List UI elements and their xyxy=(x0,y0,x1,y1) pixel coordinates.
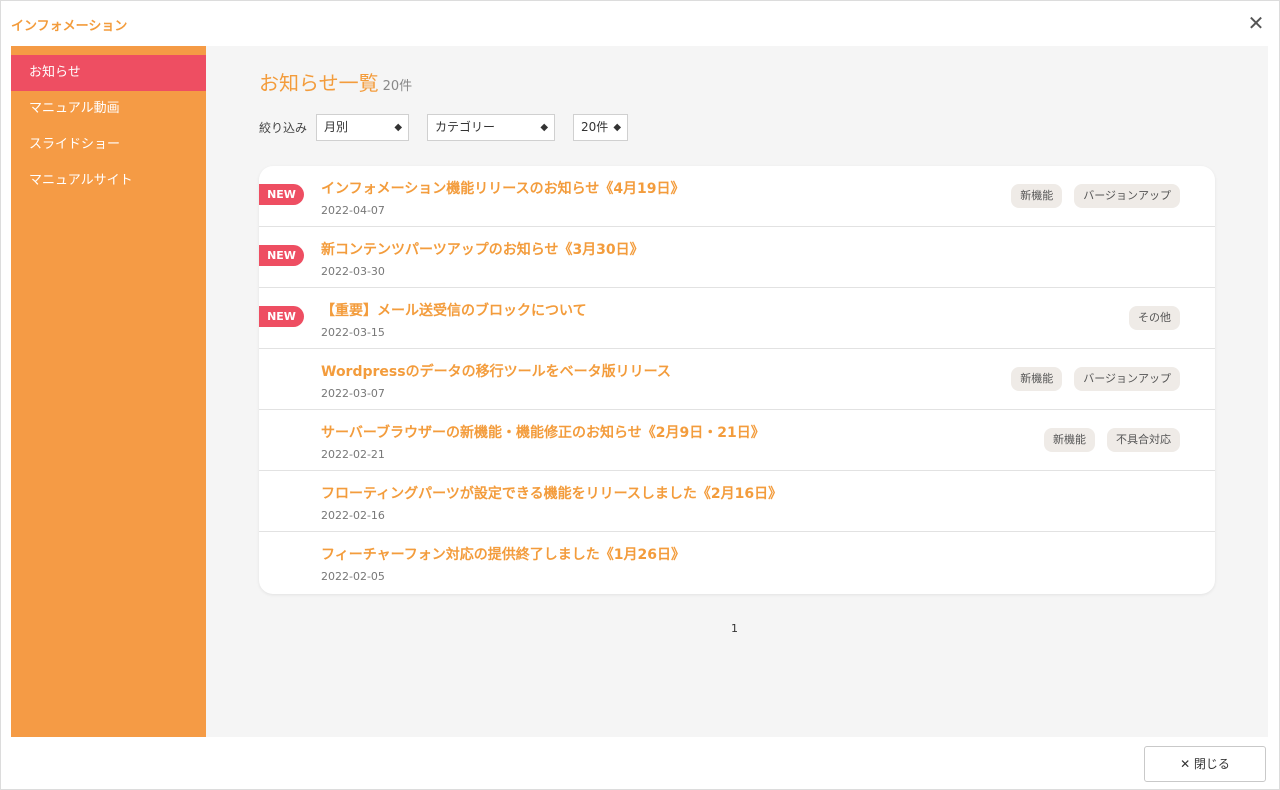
new-badge: NEW xyxy=(259,306,304,327)
select-arrows-icon: ◆ xyxy=(540,122,549,133)
news-row[interactable]: NEW インフォメーション機能リリースのお知らせ《4月19日》 2022-04-… xyxy=(259,166,1215,227)
news-row[interactable]: Wordpressのデータの移行ツールをベータ版リリース 2022-03-07 … xyxy=(259,349,1215,410)
news-date: 2022-02-05 xyxy=(321,570,385,583)
news-date: 2022-03-15 xyxy=(321,326,385,339)
news-tags: その他 xyxy=(1117,306,1180,330)
news-title[interactable]: サーバーブラウザーの新機能・機能修正のお知らせ《2月9日・21日》 xyxy=(321,422,765,442)
close-icon[interactable]: ✕ xyxy=(1245,12,1267,34)
page-title: お知らせ一覧 20件 xyxy=(259,67,412,96)
sidebar-item-news[interactable]: お知らせ xyxy=(11,55,206,91)
news-date: 2022-02-21 xyxy=(321,448,385,461)
month-select-value: 月別 xyxy=(324,120,349,134)
news-date: 2022-02-16 xyxy=(321,509,385,522)
news-tags: 新機能 不具合対応 xyxy=(1032,428,1180,452)
sidebar-item-manual-video[interactable]: マニュアル動画 xyxy=(11,91,206,127)
per-page-select[interactable]: 20件 ◆ xyxy=(573,114,629,141)
tag: バージョンアップ xyxy=(1074,184,1180,208)
news-date: 2022-04-07 xyxy=(321,204,385,217)
sidebar-item-slideshow[interactable]: スライドショー xyxy=(11,127,206,163)
tag: バージョンアップ xyxy=(1074,367,1180,391)
news-title[interactable]: フローティングパーツが設定できる機能をリリースしました《2月16日》 xyxy=(321,483,782,503)
item-count: 20件 xyxy=(382,79,413,94)
per-page-select-value: 20件 xyxy=(581,120,609,134)
close-button[interactable]: ✕ 閉じる xyxy=(1144,746,1266,782)
filter-bar: 絞り込み 月別 ◆ カテゴリー ◆ 20件 ◆ xyxy=(259,114,646,141)
tag: 新機能 xyxy=(1044,428,1095,452)
page-title-text: お知らせ一覧 xyxy=(259,71,379,95)
tag: 新機能 xyxy=(1011,184,1063,208)
news-list: NEW インフォメーション機能リリースのお知らせ《4月19日》 2022-04-… xyxy=(259,166,1215,594)
news-date: 2022-03-07 xyxy=(321,387,385,400)
category-select-value: カテゴリー xyxy=(435,120,496,134)
tag: その他 xyxy=(1129,306,1180,330)
news-title[interactable]: Wordpressのデータの移行ツールをベータ版リリース xyxy=(321,361,671,381)
news-title[interactable]: 【重要】メール送受信のブロックについて xyxy=(321,300,587,320)
news-date: 2022-03-30 xyxy=(321,265,385,278)
category-select[interactable]: カテゴリー ◆ xyxy=(427,114,556,141)
sidebar: お知らせ マニュアル動画 スライドショー マニュアルサイト xyxy=(11,46,206,737)
info-window: インフォメーション ✕ お知らせ マニュアル動画 スライドショー マニュアルサイ… xyxy=(0,0,1280,790)
month-select[interactable]: 月別 ◆ xyxy=(316,114,410,141)
select-arrows-icon: ◆ xyxy=(613,122,622,133)
tag: 新機能 xyxy=(1011,367,1063,391)
news-row[interactable]: フローティングパーツが設定できる機能をリリースしました《2月16日》 2022-… xyxy=(259,471,1215,532)
sidebar-item-manual-site[interactable]: マニュアルサイト xyxy=(11,163,206,199)
main-content: お知らせ一覧 20件 絞り込み 月別 ◆ カテゴリー ◆ 20件 ◆ NEW イン… xyxy=(206,46,1268,737)
news-row[interactable]: フィーチャーフォン対応の提供終了しました《1月26日》 2022-02-05 xyxy=(259,532,1215,593)
news-tags: 新機能 バージョンアップ xyxy=(999,184,1180,208)
news-title[interactable]: フィーチャーフォン対応の提供終了しました《1月26日》 xyxy=(321,544,685,564)
pagination-current-page[interactable]: 1 xyxy=(731,622,738,635)
news-row[interactable]: NEW 【重要】メール送受信のブロックについて 2022-03-15 その他 xyxy=(259,288,1215,349)
select-arrows-icon: ◆ xyxy=(394,122,403,133)
filter-label: 絞り込み xyxy=(259,121,308,135)
new-badge: NEW xyxy=(259,184,304,205)
tag: 不具合対応 xyxy=(1107,428,1180,452)
news-row[interactable]: NEW 新コンテンツパーツアップのお知らせ《3月30日》 2022-03-30 xyxy=(259,227,1215,288)
title-bar: インフォメーション ✕ xyxy=(1,1,1280,46)
news-title[interactable]: 新コンテンツパーツアップのお知らせ《3月30日》 xyxy=(321,239,644,259)
news-title[interactable]: インフォメーション機能リリースのお知らせ《4月19日》 xyxy=(321,178,685,198)
news-row[interactable]: サーバーブラウザーの新機能・機能修正のお知らせ《2月9日・21日》 2022-0… xyxy=(259,410,1215,471)
news-tags: 新機能 バージョンアップ xyxy=(999,367,1180,391)
app-title: インフォメーション xyxy=(11,19,128,34)
new-badge: NEW xyxy=(259,245,304,266)
